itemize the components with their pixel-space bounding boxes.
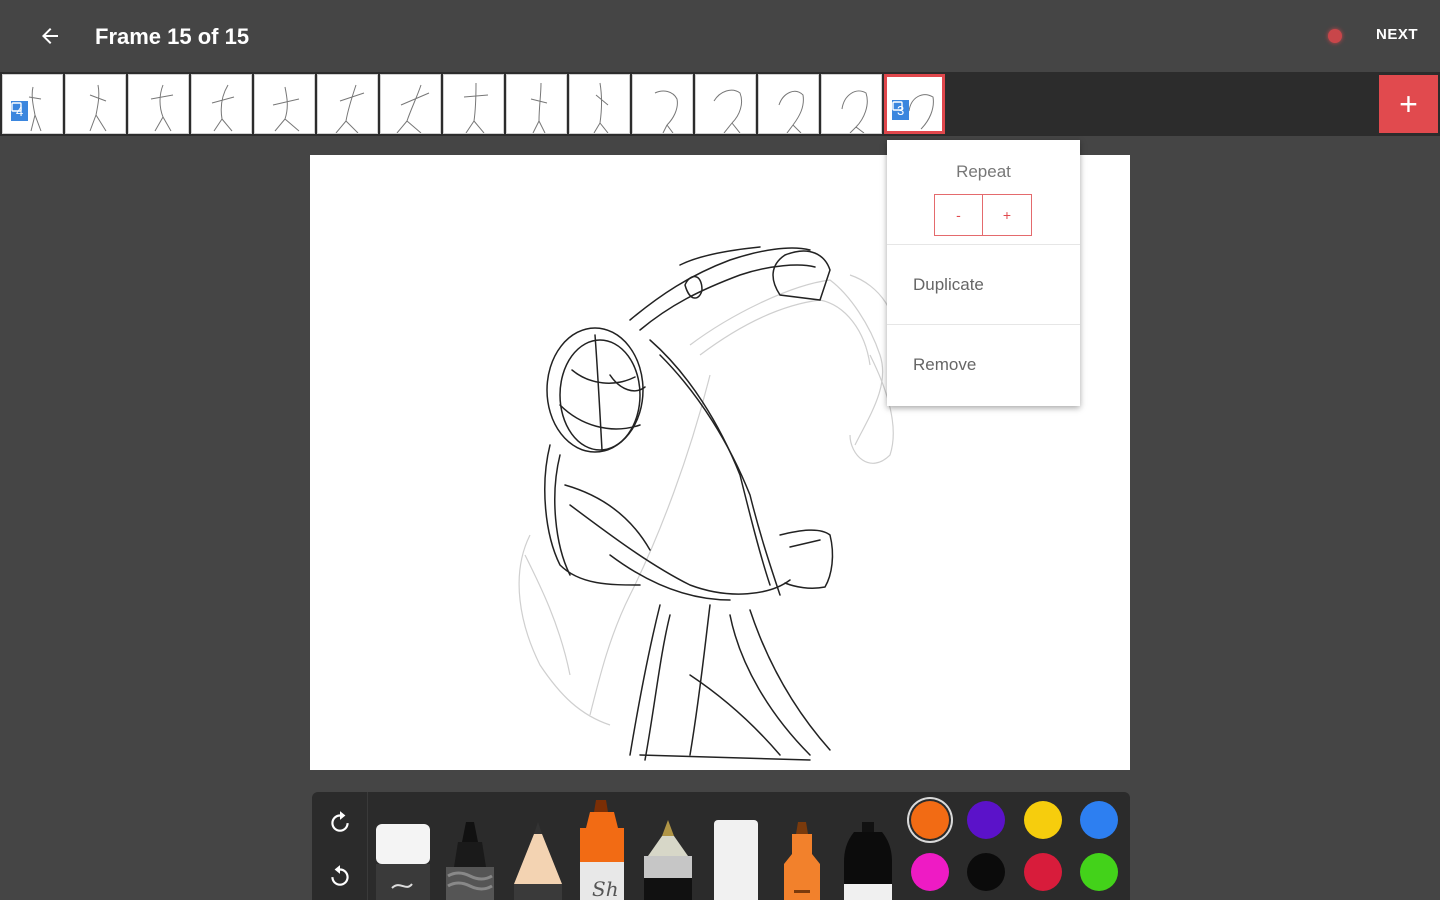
paint-icon <box>784 822 820 900</box>
svg-text:Sh: Sh <box>592 877 619 900</box>
repeat-stepper: - + <box>934 194 1032 236</box>
duplicate-menu-item[interactable]: Duplicate <box>887 245 1080 325</box>
eraser-icon <box>376 824 430 900</box>
redo-button[interactable] <box>324 860 356 892</box>
repeat-increment-button[interactable]: + <box>983 194 1032 236</box>
next-button[interactable]: NEXT <box>1370 24 1424 45</box>
frame-thumbnail[interactable] <box>758 74 819 134</box>
frame-thumbnail[interactable] <box>695 74 756 134</box>
pencil-icon <box>514 822 562 900</box>
paint-tool[interactable] <box>770 792 834 900</box>
frame-sketch-thumbnail <box>593 82 609 133</box>
eraser-tool[interactable] <box>372 792 436 900</box>
frame-sketch-thumbnail <box>778 90 804 133</box>
back-button[interactable] <box>30 20 70 52</box>
color-swatch-red[interactable] <box>1024 853 1062 891</box>
chalk-icon <box>714 820 758 900</box>
ink-icon <box>844 822 892 900</box>
frame-list: 43 <box>2 74 947 134</box>
frame-thumbnail[interactable] <box>569 74 630 134</box>
frame-sketch-thumbnail <box>89 84 107 132</box>
color-swatch-orange[interactable] <box>911 801 949 839</box>
history-controls <box>312 792 368 900</box>
frame-options-menu: Repeat - + Duplicate Remove <box>887 140 1080 406</box>
color-swatch-magenta[interactable] <box>911 853 949 891</box>
repeat-section: Repeat - + <box>887 140 1080 245</box>
frame-sketch-thumbnail <box>463 82 489 133</box>
top-app-bar: Frame 15 of 15 NEXT <box>0 0 1440 72</box>
frame-thumbnail[interactable] <box>632 74 693 134</box>
layer-count-badge: 4 <box>11 101 29 121</box>
plus-icon: + <box>1399 85 1418 122</box>
frame-sketch-thumbnail <box>841 90 868 133</box>
frame-filmstrip: 43 + <box>0 72 1440 136</box>
frame-sketch-thumbnail <box>335 84 365 133</box>
layers-icon <box>892 101 903 111</box>
pencil-tool[interactable] <box>506 792 570 900</box>
repeat-label: Repeat <box>956 162 1011 181</box>
ink-tool[interactable] <box>836 792 900 900</box>
frame-thumbnail[interactable]: 4 <box>2 74 63 134</box>
frame-thumbnail[interactable] <box>821 74 882 134</box>
add-frame-button[interactable]: + <box>1379 75 1438 133</box>
arrow-left-icon <box>42 28 58 44</box>
frame-thumbnail[interactable]: 3 <box>884 74 945 134</box>
frame-sketch-thumbnail <box>150 84 174 132</box>
frame-thumbnail[interactable] <box>443 74 504 134</box>
frame-thumbnail[interactable] <box>317 74 378 134</box>
highlighter-tool[interactable]: Sh <box>570 792 634 900</box>
remove-menu-item[interactable]: Remove <box>887 325 1080 405</box>
frame-sketch-thumbnail <box>272 86 300 132</box>
repeat-decrement-button[interactable]: - <box>934 194 983 236</box>
redo-icon <box>331 865 349 886</box>
frame-thumbnail[interactable] <box>506 74 567 134</box>
color-swatch-green[interactable] <box>1080 853 1118 891</box>
frame-thumbnail[interactable] <box>65 74 126 134</box>
marker-icon <box>446 822 494 900</box>
undo-button[interactable] <box>324 806 356 838</box>
frame-thumbnail[interactable] <box>128 74 189 134</box>
frame-sketch-thumbnail <box>713 89 743 133</box>
color-swatch-yellow[interactable] <box>1024 801 1062 839</box>
frame-thumbnail[interactable] <box>191 74 252 134</box>
brush-toolbar: Sh <box>312 792 1130 900</box>
layers-icon <box>11 102 22 112</box>
frame-sketch-thumbnail <box>211 84 235 132</box>
color-swatch-black[interactable] <box>967 853 1005 891</box>
pen-icon <box>644 820 692 900</box>
highlighter-icon: Sh <box>580 800 624 900</box>
color-swatch-blue[interactable] <box>1080 801 1118 839</box>
frame-sketch-thumbnail <box>396 84 430 133</box>
frame-sketch-thumbnail <box>654 90 678 133</box>
undo-icon <box>331 811 349 832</box>
chalk-tool[interactable] <box>704 792 768 900</box>
pen-tool[interactable] <box>636 792 700 900</box>
marker-tool[interactable] <box>438 792 502 900</box>
page-title: Frame 15 of 15 <box>95 24 250 49</box>
layer-count-badge: 3 <box>892 100 910 120</box>
frame-sketch-thumbnail <box>530 82 548 133</box>
frame-thumbnail[interactable] <box>380 74 441 134</box>
color-swatch-purple[interactable] <box>967 801 1005 839</box>
record-indicator-icon <box>1324 28 1346 44</box>
frame-thumbnail[interactable] <box>254 74 315 134</box>
